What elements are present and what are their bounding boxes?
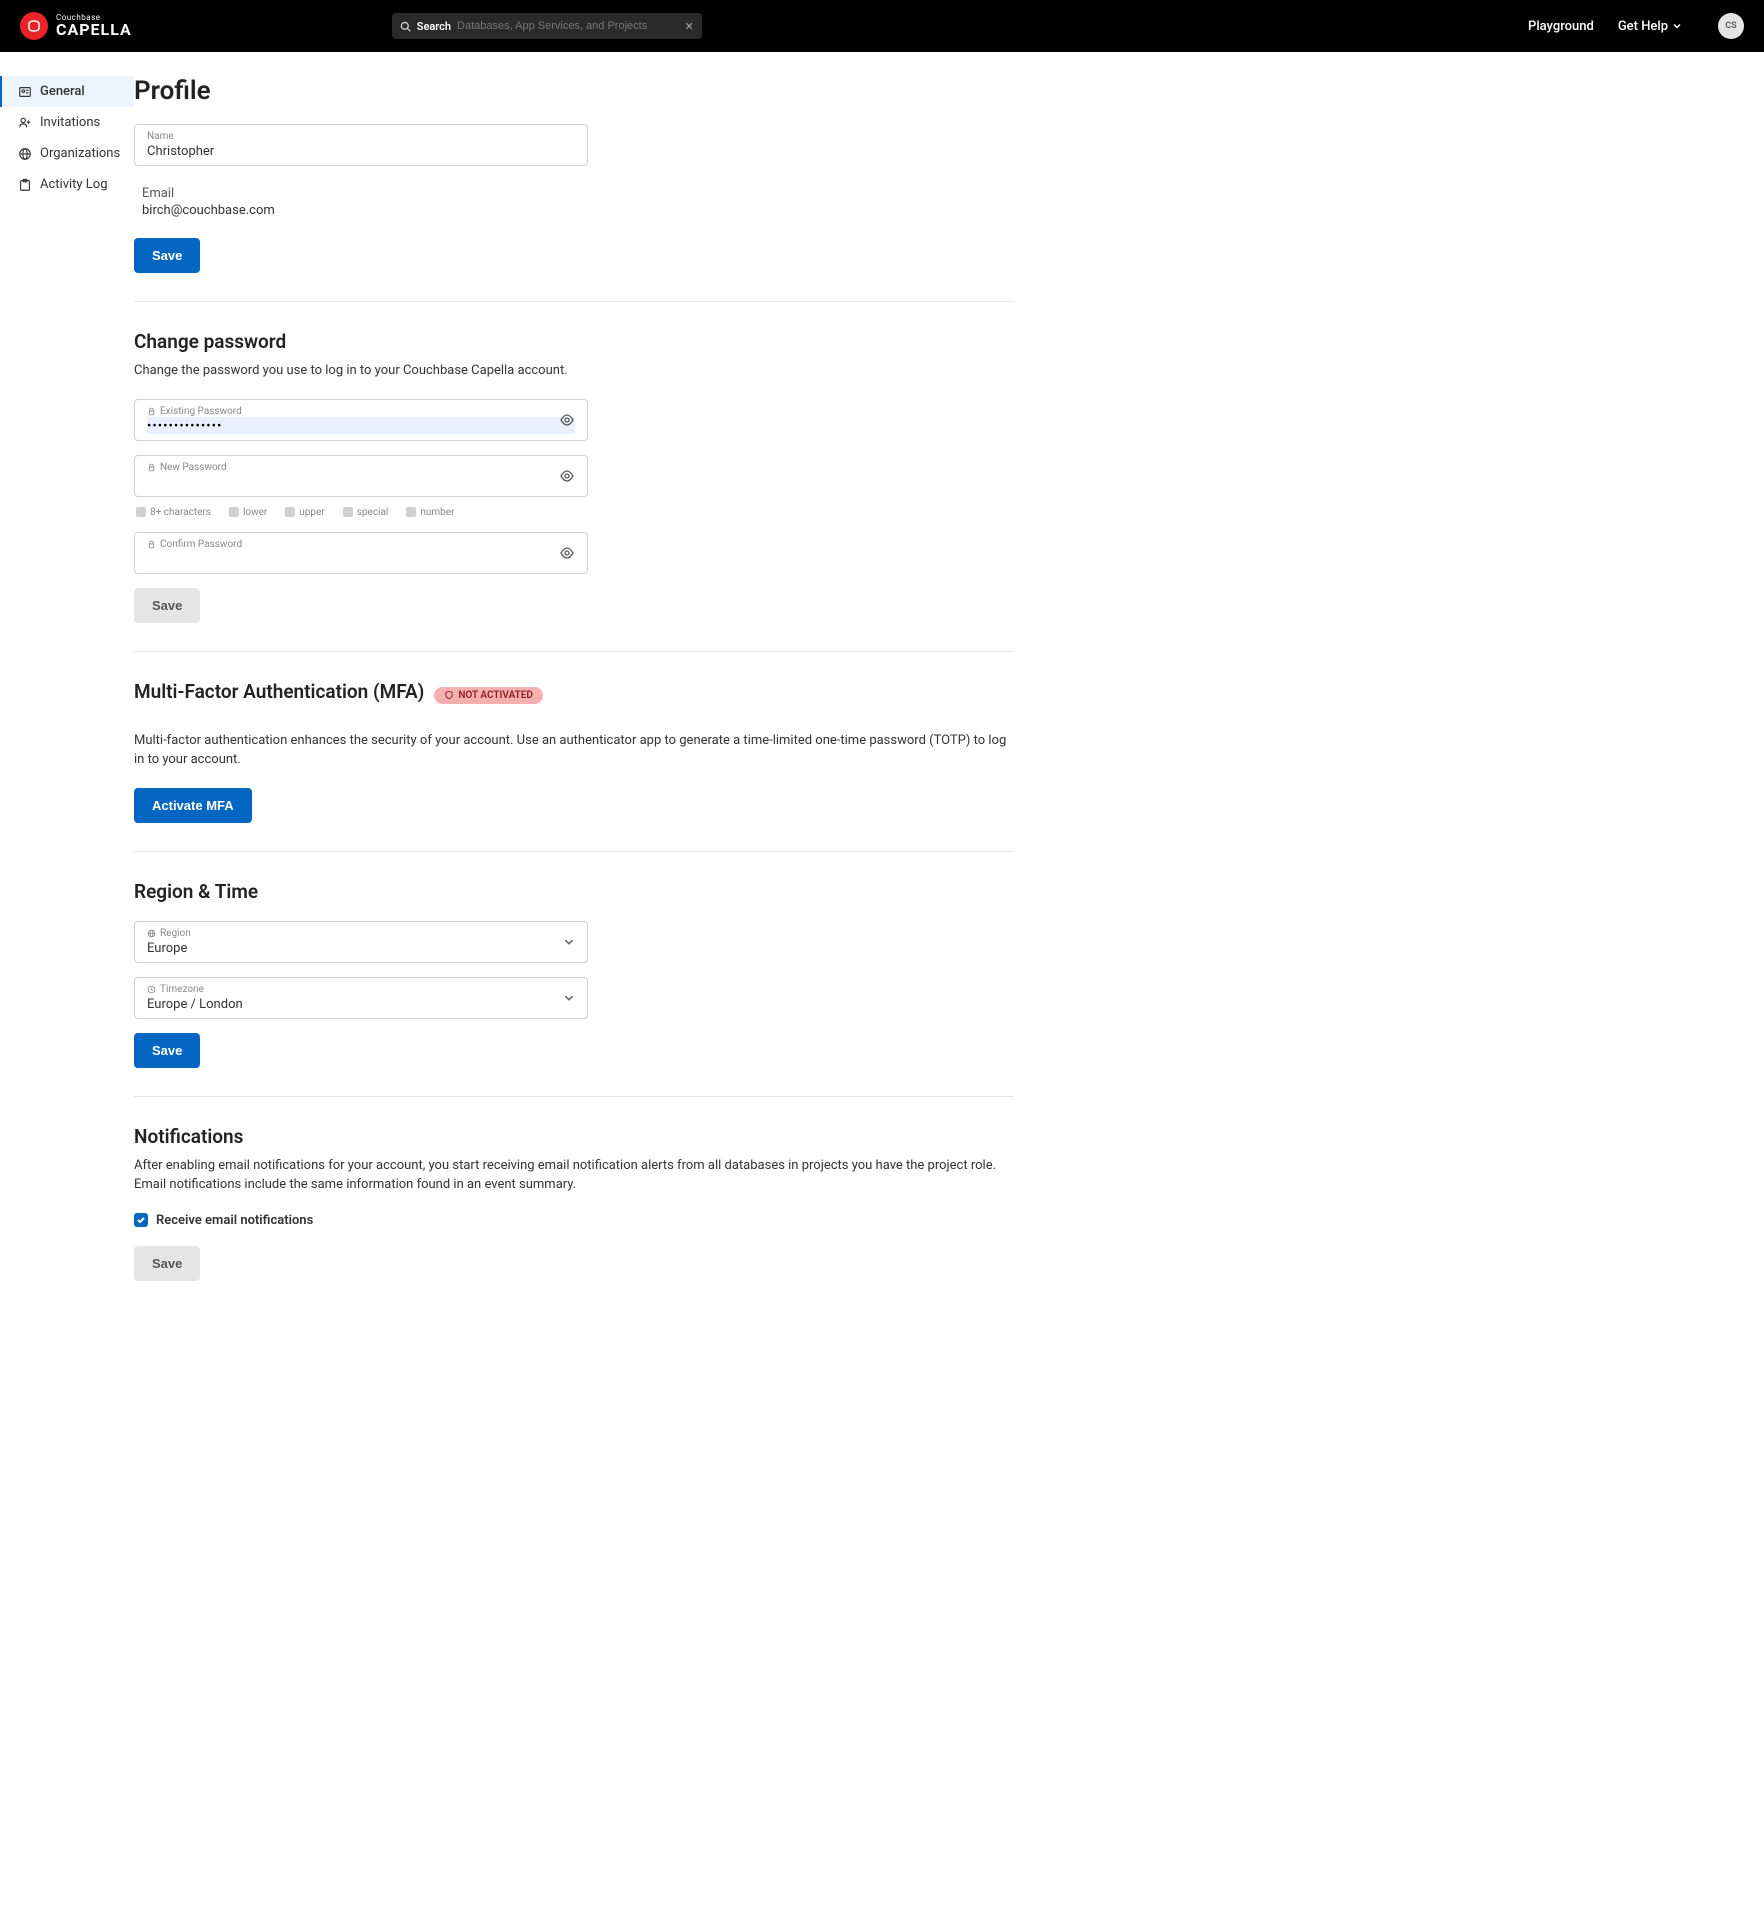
region-label: Region [147,928,575,939]
app-header: Couchbase CAPELLA Search ✕ Playground Ge… [0,0,1764,52]
mfa-status-badge: NOT ACTIVATED [434,687,543,704]
save-profile-button[interactable]: Save [134,238,200,273]
sidebar-item-general[interactable]: General [0,76,134,107]
confirm-password-input[interactable] [147,550,575,567]
search-label: Search [417,20,451,33]
confirm-password-field[interactable]: Confirm Password [134,532,588,574]
password-desc: Change the password you use to log in to… [134,361,1014,381]
region-section: Region & Time Region Europe [134,880,1014,1097]
receive-email-label: Receive email notifications [156,1213,313,1228]
email-label: Email [142,186,576,201]
sidebar-item-invitations[interactable]: Invitations [0,107,134,138]
main-content: Profile Name Christopher Email birch@cou… [134,52,1034,1377]
sidebar-item-organizations[interactable]: Organizations [0,138,134,169]
existing-password-field[interactable]: Existing Password [134,399,588,441]
save-notifications-button[interactable]: Save [134,1246,200,1281]
search-box[interactable]: Search ✕ [392,13,702,39]
eye-icon[interactable] [559,468,575,484]
existing-password-input[interactable] [147,417,575,434]
timezone-select[interactable]: Timezone Europe / London [134,977,588,1019]
get-help-link[interactable]: Get Help [1618,19,1682,34]
lock-icon [147,540,156,549]
lock-icon [147,463,156,472]
chevron-down-icon [1672,21,1682,31]
mfa-title: Multi-Factor Authentication (MFA) [134,680,424,703]
name-value: Christopher [147,142,575,159]
req-upper: upper [285,507,324,518]
new-password-input[interactable] [147,473,575,490]
sidebar-item-label: Activity Log [40,177,108,192]
clock-icon [147,985,156,994]
new-password-label: New Password [147,462,575,473]
globe-icon [18,147,32,161]
timezone-value: Europe / London [147,995,575,1012]
region-value: Europe [147,939,575,956]
notifications-section: Notifications After enabling email notif… [134,1125,1014,1309]
req-length: 8+ characters [136,507,211,518]
sidebar-item-label: General [40,84,85,99]
save-password-button[interactable]: Save [134,588,200,623]
save-region-button[interactable]: Save [134,1033,200,1068]
email-field: Email birch@couchbase.com [134,180,588,224]
password-title: Change password [134,330,1014,353]
notifications-desc: After enabling email notifications for y… [134,1156,1014,1195]
password-requirements: 8+ characters lower upper special number [136,507,1014,518]
name-field[interactable]: Name Christopher [134,124,588,166]
sidebar-item-label: Organizations [40,146,120,161]
clipboard-icon [18,178,32,192]
mfa-desc: Multi-factor authentication enhances the… [134,731,1014,770]
name-label: Name [147,131,575,142]
globe-icon [147,929,156,938]
sidebar-item-label: Invitations [40,115,100,130]
logo-icon [20,12,48,40]
new-password-field[interactable]: New Password [134,455,588,497]
chevron-down-icon [563,992,575,1004]
search-input[interactable] [457,20,679,32]
page-title: Profile [134,76,1014,106]
timezone-label: Timezone [147,984,575,995]
region-select[interactable]: Region Europe [134,921,588,963]
req-special: special [343,507,389,518]
req-lower: lower [229,507,267,518]
email-value: birch@couchbase.com [142,201,576,218]
close-icon[interactable]: ✕ [685,20,694,33]
playground-link[interactable]: Playground [1528,19,1594,34]
confirm-password-label: Confirm Password [147,539,575,550]
eye-icon[interactable] [559,412,575,428]
logo-text-big: CAPELLA [56,22,132,38]
search-icon [400,21,411,32]
req-number: number [406,507,454,518]
mfa-section: Multi-Factor Authentication (MFA) NOT AC… [134,680,1014,852]
checkbox-checked-icon[interactable] [134,1213,148,1227]
id-card-icon [18,85,32,99]
shield-icon [444,690,454,700]
chevron-down-icon [563,936,575,948]
user-plus-icon [18,116,32,130]
logo-text: Couchbase CAPELLA [56,14,132,38]
sidebar: General Invitations Organizations Activi… [0,52,134,1377]
receive-email-checkbox-row[interactable]: Receive email notifications [134,1213,1014,1228]
eye-icon[interactable] [559,545,575,561]
sidebar-item-activity-log[interactable]: Activity Log [0,169,134,200]
profile-section: Profile Name Christopher Email birch@cou… [134,76,1014,302]
existing-password-label: Existing Password [147,406,575,417]
notifications-title: Notifications [134,1125,1014,1148]
password-section: Change password Change the password you … [134,330,1014,652]
lock-icon [147,407,156,416]
header-links: Playground Get Help CS [1528,13,1744,39]
avatar[interactable]: CS [1718,13,1744,39]
activate-mfa-button[interactable]: Activate MFA [134,788,252,823]
logo[interactable]: Couchbase CAPELLA [20,12,132,40]
region-title: Region & Time [134,880,1014,903]
